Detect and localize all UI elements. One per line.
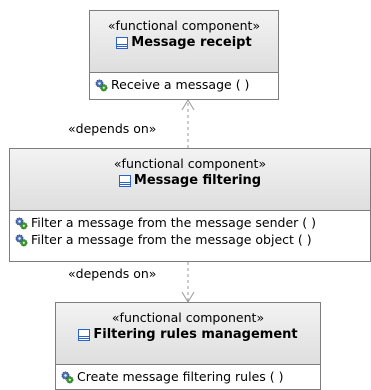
stereotype-label: «functional component» — [111, 310, 265, 325]
operation-item[interactable]: Create message filtering rules ( ) — [56, 368, 320, 385]
component-filtering-rules-management[interactable]: «functional component» Filtering rules m… — [55, 302, 321, 390]
operations-list: Filter a message from the message sender… — [10, 211, 370, 248]
operation-item[interactable]: Receive a message ( ) — [90, 76, 278, 93]
operations-list: Receive a message ( ) — [90, 73, 278, 93]
dependency-label: «depends on» — [68, 121, 157, 136]
component-icon — [78, 329, 91, 341]
component-name: Filtering rules management — [93, 327, 298, 342]
operation-gear-icon — [14, 216, 28, 230]
component-message-filtering[interactable]: «functional component» Message filtering… — [9, 148, 371, 262]
component-name: Message filtering — [133, 173, 262, 188]
operation-label: Filter a message from the message object… — [31, 232, 312, 247]
component-icon — [116, 37, 129, 49]
dependency-arrow-2 — [181, 262, 195, 303]
operation-label: Create message filtering rules ( ) — [77, 369, 284, 384]
operation-item[interactable]: Filter a message from the message sender… — [10, 214, 370, 231]
stereotype-label: «functional component» — [107, 18, 261, 33]
operation-gear-icon — [14, 233, 28, 247]
component-header: «functional component» Filtering rules m… — [56, 303, 320, 365]
operation-gear-icon — [60, 370, 74, 384]
dependency-arrow-1 — [181, 99, 195, 148]
operation-label: Receive a message ( ) — [111, 77, 250, 92]
stereotype-label: «functional component» — [113, 156, 267, 171]
operation-label: Filter a message from the message sender… — [31, 215, 317, 230]
component-name: Message receipt — [131, 35, 252, 50]
dependency-label: «depends on» — [68, 266, 157, 281]
component-header: «functional component» Message filtering — [10, 149, 370, 211]
component-header: «functional component» Message receipt — [90, 11, 278, 73]
operation-item[interactable]: Filter a message from the message object… — [10, 231, 370, 248]
operations-list: Create message filtering rules ( ) — [56, 365, 320, 385]
component-message-receipt[interactable]: «functional component» Message receipt R… — [89, 10, 279, 100]
component-icon — [118, 175, 131, 187]
operation-gear-icon — [94, 78, 108, 92]
